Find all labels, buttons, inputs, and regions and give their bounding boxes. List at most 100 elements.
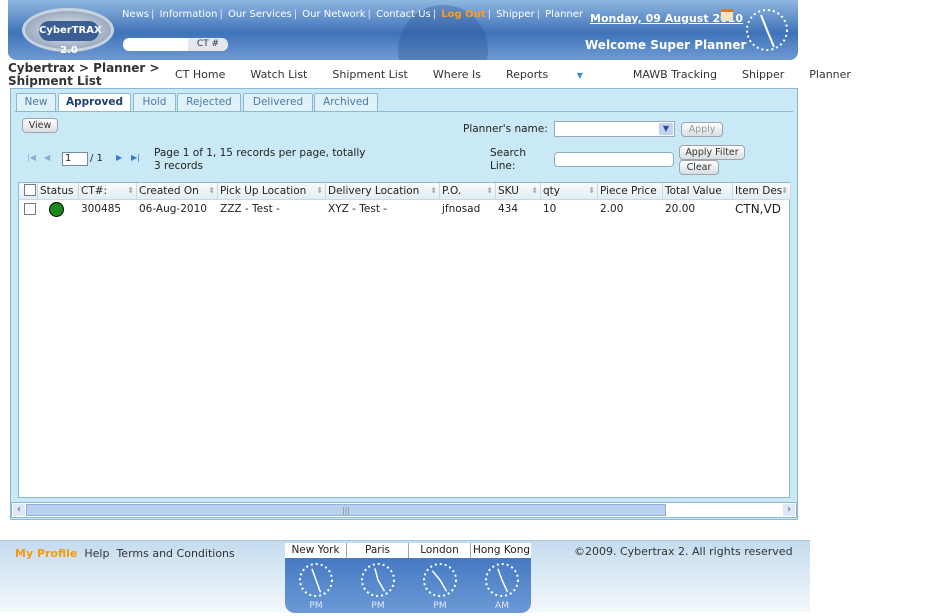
apply-filter-button[interactable]: Apply Filter: [679, 145, 745, 160]
cell-sku: 434: [498, 203, 519, 215]
status-indicator: [49, 202, 64, 217]
col-delivery-location[interactable]: Delivery Location ⬍: [326, 183, 440, 199]
nav-planner[interactable]: Planner: [809, 68, 851, 81]
clock-icon: [361, 563, 395, 597]
select-all-checkbox[interactable]: [24, 184, 36, 196]
nav-ct-home[interactable]: CT Home: [175, 68, 225, 81]
select-all-header: [19, 183, 38, 199]
link-log-out[interactable]: Log Out: [441, 9, 485, 20]
horizontal-scrollbar[interactable]: ‹ ||| ›: [11, 502, 797, 518]
nav-reports[interactable]: Reports ▼: [506, 68, 608, 81]
col-ct[interactable]: CT#: ⬍: [79, 183, 137, 199]
col-piece-price[interactable]: Piece Price: [598, 183, 663, 199]
cell-po: jfnosad: [442, 203, 481, 215]
clock-icon: [299, 563, 333, 597]
tab-delivered[interactable]: Delivered: [243, 93, 313, 111]
calendar-icon[interactable]: [721, 9, 733, 21]
shipment-grid: Status CT#: ⬍ Created On ⬍ Pick Up Locatio…: [18, 182, 791, 498]
clock-ampm-3: AM: [495, 601, 509, 611]
cell-total-value: 20.00: [665, 203, 696, 215]
top-links: News | Information | Our Services | Our Net…: [122, 9, 584, 20]
table-row[interactable]: 300485 06-Aug-2010 ZZZ - Test - XYZ - Te…: [19, 201, 791, 218]
tab-hold[interactable]: Hold: [133, 93, 176, 111]
breadcrumb: Cybertrax > Planner > Shipment List: [8, 62, 160, 88]
welcome-text: Welcome Super Planner: [585, 38, 747, 52]
search-line-label: Search Line:: [490, 147, 527, 172]
tab-rejected[interactable]: Rejected: [177, 93, 241, 111]
planner-name-select[interactable]: ▼: [554, 121, 675, 137]
apply-button[interactable]: Apply: [681, 122, 723, 137]
col-created-on[interactable]: Created On ⬍: [137, 183, 218, 199]
nav-mawb-tracking[interactable]: MAWB Tracking: [633, 68, 717, 81]
cell-ct[interactable]: 300485: [79, 201, 137, 218]
last-page-icon[interactable]: ▶|: [131, 153, 140, 162]
view-button[interactable]: View: [22, 118, 58, 133]
tab-new[interactable]: New: [16, 93, 56, 111]
cell-delivery-location: XYZ - Test -: [328, 203, 388, 215]
pager-info: Page 1 of 1, 15 records per page, totall…: [154, 147, 366, 172]
footer-links: My Profile Help Terms and Conditions: [15, 547, 235, 560]
cell-qty: 10: [543, 203, 557, 215]
my-profile-link[interactable]: My Profile: [15, 547, 77, 560]
col-pickup-location[interactable]: Pick Up Location ⬍: [218, 183, 326, 199]
link-news[interactable]: News: [122, 9, 149, 20]
clear-button[interactable]: Clear: [679, 160, 719, 175]
tab-divider: [15, 111, 793, 112]
col-sku[interactable]: SKU ⬍: [496, 183, 541, 199]
planner-name-label: Planner's name:: [463, 123, 548, 135]
clock-ampm-0: PM: [309, 601, 323, 611]
nav-watch-list[interactable]: Watch List: [250, 68, 307, 81]
clock-icon: [423, 563, 457, 597]
logo-text: CyberTRAX 2.0: [39, 21, 102, 56]
prev-page-icon[interactable]: ◀: [44, 153, 50, 162]
link-information[interactable]: Information: [160, 9, 218, 20]
col-item-des[interactable]: Item Des ⬍: [733, 183, 791, 199]
cell-item-des: CTN,VD: [735, 202, 781, 216]
terms-link[interactable]: Terms and Conditions: [116, 547, 234, 560]
clock-ampm-1: PM: [371, 601, 385, 611]
clock-icon: [746, 9, 788, 51]
header-banner: CyberTRAX 2.0 News | Information | Our Ser…: [8, 0, 798, 60]
clock-ampm-2: PM: [433, 601, 447, 611]
cybertrax-logo[interactable]: CyberTRAX 2.0: [22, 8, 114, 56]
link-contact-us[interactable]: Contact Us: [376, 9, 431, 20]
shipment-panel: New Approved Hold Rejected Delivered Arc…: [10, 88, 798, 520]
col-total-value[interactable]: Total Value: [663, 183, 733, 199]
grid-header: Status CT#: ⬍ Created On ⬍ Pick Up Locatio…: [19, 183, 791, 200]
col-status[interactable]: Status: [38, 183, 79, 199]
link-planner[interactable]: Planner: [545, 9, 583, 20]
breadcrumb-current: Shipment List: [8, 74, 102, 88]
link-our-network[interactable]: Our Network: [302, 9, 365, 20]
clock-city-3: Hong Kong: [471, 543, 531, 558]
dropdown-arrow-icon: ▼: [576, 71, 583, 80]
scroll-left-icon[interactable]: ‹: [13, 504, 25, 516]
search-line-input[interactable]: [554, 152, 674, 167]
nav-shipment-list[interactable]: Shipment List: [332, 68, 408, 81]
tab-archived[interactable]: Archived: [314, 93, 378, 111]
nav-shipper[interactable]: Shipper: [742, 68, 784, 81]
clock-city-1: Paris: [347, 543, 409, 558]
cell-pickup-location: ZZZ - Test -: [220, 203, 280, 215]
row-checkbox[interactable]: [24, 203, 36, 215]
world-clocks: New York PM Paris PM London PM Hong Kong: [285, 543, 531, 613]
page-number-input[interactable]: 1: [62, 152, 88, 166]
first-page-icon[interactable]: |◀: [27, 153, 36, 162]
link-our-services[interactable]: Our Services: [228, 9, 292, 20]
next-page-icon[interactable]: ▶: [116, 153, 122, 162]
tab-approved[interactable]: Approved: [58, 93, 131, 112]
footer: My Profile Help Terms and Conditions New…: [0, 540, 810, 613]
scroll-right-icon[interactable]: ›: [783, 504, 795, 516]
nav-where-is[interactable]: Where Is: [433, 68, 481, 81]
help-link[interactable]: Help: [84, 547, 109, 560]
ct-search-button[interactable]: CT #: [188, 38, 228, 51]
col-po[interactable]: P.O. ⬍: [440, 183, 496, 199]
ct-number-input[interactable]: [123, 38, 189, 51]
link-shipper[interactable]: Shipper: [496, 9, 534, 20]
col-qty[interactable]: qty ⬍: [541, 183, 598, 199]
clock-city-0: New York: [285, 543, 347, 558]
cell-created-on: 06-Aug-2010: [139, 203, 207, 215]
clock-icon: [485, 563, 519, 597]
main-nav: CT Home Watch List Shipment List Where I…: [175, 68, 851, 81]
chevron-down-icon[interactable]: ▼: [659, 123, 673, 135]
scrollbar-thumb[interactable]: |||: [26, 504, 666, 516]
